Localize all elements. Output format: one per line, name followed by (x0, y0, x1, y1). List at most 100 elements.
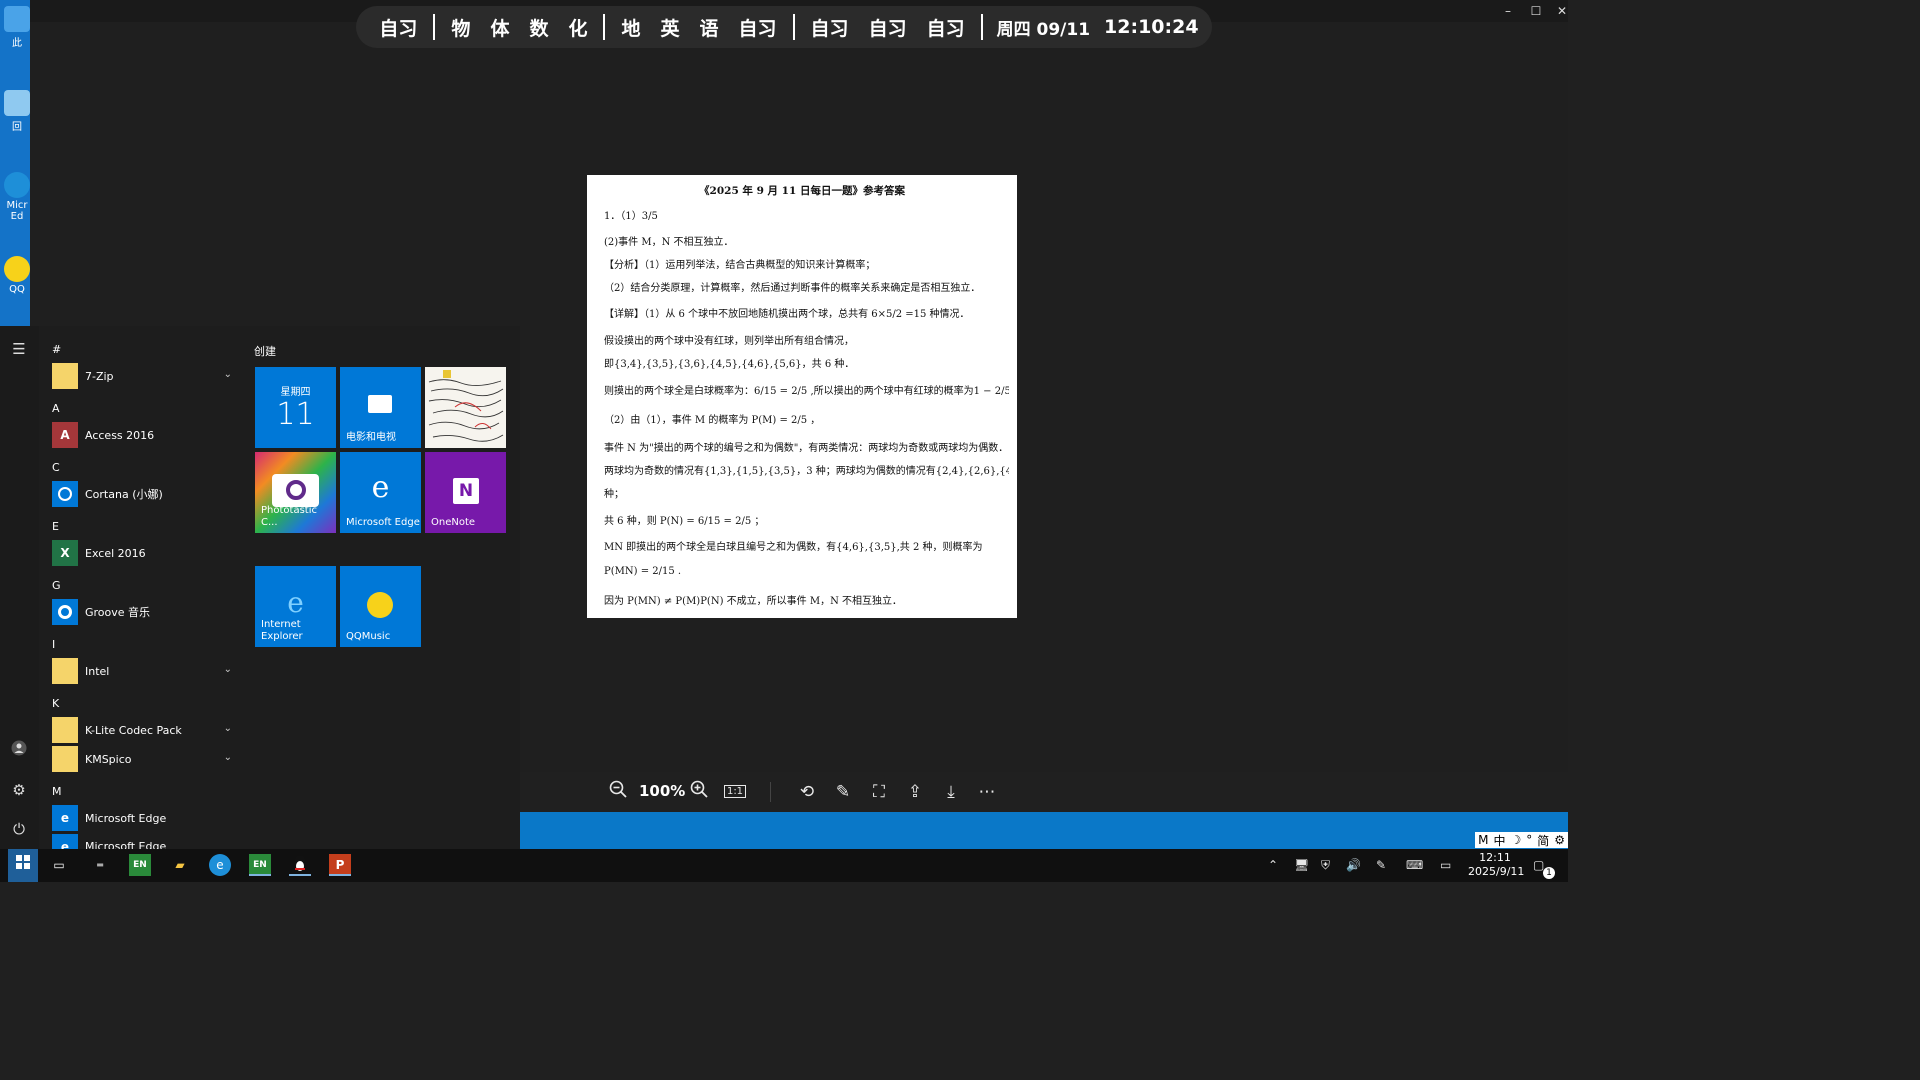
chevron-down-icon[interactable]: ⌄ (224, 723, 232, 734)
chevron-down-icon[interactable]: ⌄ (224, 752, 232, 763)
file-explorer-icon[interactable]: ▰ (169, 854, 191, 876)
period: 物 (451, 17, 471, 40)
ime-halfwidth-icon[interactable]: ☽ (1510, 833, 1521, 847)
user-account-icon[interactable] (8, 740, 30, 762)
qq-taskbar-icon[interactable] (289, 854, 311, 876)
timetable-group: 物 体 数 化 (441, 14, 597, 41)
divider (980, 14, 983, 40)
access-icon: A (52, 422, 78, 448)
settings-gear-icon[interactable]: ⚙ (8, 779, 30, 801)
desktop-icon-recycle-bin[interactable]: 回 (4, 90, 30, 133)
app-access-2016[interactable]: A Access 2016 (52, 422, 238, 448)
tile-photo-thumbnail[interactable] (425, 367, 506, 448)
app-microsoft-edge[interactable]: e Microsoft Edge (52, 805, 238, 831)
section-letter[interactable]: # (52, 343, 61, 356)
taskbar-clock[interactable]: 12:11 2025/9/11 (1468, 851, 1524, 879)
desktop-icon-this-pc[interactable]: 此 (4, 6, 30, 49)
section-letter[interactable]: K (52, 697, 59, 710)
qmr-app-icon[interactable]: ▬ (89, 854, 111, 876)
tile-group-label: 创建 (254, 345, 276, 358)
app-label: Excel 2016 (85, 546, 146, 560)
tile-qqmusic[interactable]: QQMusic (340, 566, 421, 647)
edit-pen-icon[interactable]: ✎ (831, 780, 855, 804)
security-shield-icon[interactable]: ⛨ (1321, 858, 1330, 873)
actual-size-button[interactable]: 1:1 (723, 780, 747, 804)
app-label: 7-Zip (85, 369, 114, 383)
app-7zip[interactable]: 7-Zip ⌄ (52, 363, 238, 389)
section-letter[interactable]: M (52, 785, 62, 798)
start-button[interactable] (8, 849, 38, 882)
divider (433, 14, 436, 40)
cortana-icon (52, 481, 78, 507)
en-app-icon-2[interactable]: EN (249, 854, 271, 876)
section-letter[interactable]: C (52, 461, 60, 474)
chevron-up-icon[interactable]: ⌃ (1268, 858, 1278, 872)
clapperboard-icon (368, 395, 392, 413)
tile-internet-explorer[interactable]: e Internet Explorer (255, 566, 336, 647)
divider (792, 14, 795, 40)
chevron-down-icon[interactable]: ⌄ (224, 664, 232, 675)
document-line: 共 6 种，则 P(N) = 6/15 = 2/5 ； (604, 516, 765, 527)
document-line: 两球均为奇数的情况有{1,3},{1,5},{3,5}，3 种；两球均为偶数的情… (604, 466, 1009, 477)
app-k-lite-codec-pack[interactable]: K-Lite Codec Pack ⌄ (52, 717, 238, 743)
internet-explorer-icon: e (287, 586, 304, 619)
power-icon[interactable]: ⏻ (8, 818, 30, 840)
ime-language[interactable]: 中 (1493, 832, 1505, 849)
chevron-down-icon[interactable]: ⌄ (224, 369, 232, 380)
volume-icon[interactable]: 🔊 (1346, 858, 1361, 872)
minimize-button[interactable]: – (1500, 3, 1516, 19)
app-cortana[interactable]: Cortana (小娜) (52, 481, 238, 507)
edge-icon: e (52, 834, 78, 849)
tile-movies-tv[interactable]: 电影和电视 (340, 367, 421, 448)
app-label: Access 2016 (85, 428, 155, 442)
section-letter[interactable]: E (52, 520, 59, 533)
close-button[interactable]: ✕ (1554, 3, 1568, 19)
ime-mode[interactable]: M (1478, 833, 1488, 847)
tile-calendar[interactable]: 星期四 11 (255, 367, 336, 448)
document-line: (2)事件 M，N 不相互独立． (604, 237, 734, 248)
ime-toolbar[interactable]: M 中 ☽ ° 简 ⚙ (1475, 832, 1568, 848)
powerpoint-taskbar-icon[interactable]: P (329, 854, 351, 876)
ocr-text-icon[interactable]: ⛶ (867, 780, 891, 804)
ime-punctuation-icon[interactable]: ° (1526, 833, 1532, 847)
more-options-icon[interactable]: ⋯ (975, 780, 999, 804)
recycle-bin-icon (4, 90, 30, 116)
task-view-icon[interactable]: ▭ (48, 854, 70, 876)
period: 自习 (738, 17, 777, 40)
pen-workspace-icon[interactable]: ✎ (1376, 858, 1386, 872)
hamburger-menu-icon[interactable]: ☰ (8, 338, 30, 360)
share-icon[interactable]: ⇪ (903, 780, 927, 804)
app-microsoft-edge-2[interactable]: e Microsoft Edge (52, 834, 238, 849)
section-letter[interactable]: G (52, 579, 61, 592)
document-line: 1．（1）3/5 (604, 211, 658, 222)
folder-icon (52, 658, 78, 684)
zoom-out-icon[interactable] (606, 780, 630, 804)
edge-taskbar-icon[interactable]: e (209, 854, 231, 876)
tile-phototastic[interactable]: Phototastic C... (255, 452, 336, 533)
period: 自习 (810, 17, 849, 40)
desktop-icon-edge[interactable]: Micr Ed (4, 172, 30, 222)
desktop-icon-qq[interactable]: QQ (4, 256, 30, 295)
network-icon[interactable]: 🖥 (1294, 858, 1309, 872)
download-icon[interactable]: ⤓ (939, 780, 963, 804)
touch-keyboard-icon[interactable]: ⌨ (1406, 858, 1423, 872)
zoom-in-icon[interactable] (687, 780, 711, 804)
tile-onenote[interactable]: N OneNote (425, 452, 506, 533)
ime-simplified[interactable]: 简 (1537, 832, 1549, 849)
excel-icon: X (52, 540, 78, 566)
period: 体 (490, 17, 510, 40)
app-groove-music[interactable]: Groove 音乐 (52, 599, 238, 625)
app-excel-2016[interactable]: X Excel 2016 (52, 540, 238, 566)
tile-microsoft-edge[interactable]: e Microsoft Edge (340, 452, 421, 533)
app-intel[interactable]: Intel ⌄ (52, 658, 238, 684)
handwritten-notes-image (425, 367, 506, 448)
app-kmspico[interactable]: KMSpico ⌄ (52, 746, 238, 772)
section-letter[interactable]: A (52, 402, 60, 415)
ime-settings-icon[interactable]: ⚙ (1554, 833, 1565, 847)
tablet-mode-icon[interactable]: ▭ (1440, 858, 1451, 872)
en-app-icon[interactable]: EN (129, 854, 151, 876)
section-letter[interactable]: I (52, 638, 55, 651)
rotate-icon[interactable]: ⟲ (795, 780, 819, 804)
document-line: 即{3,4},{3,5},{3,6},{4,5},{4,6},{5,6}，共 6… (604, 359, 855, 370)
maximize-button[interactable]: ☐ (1528, 3, 1544, 19)
